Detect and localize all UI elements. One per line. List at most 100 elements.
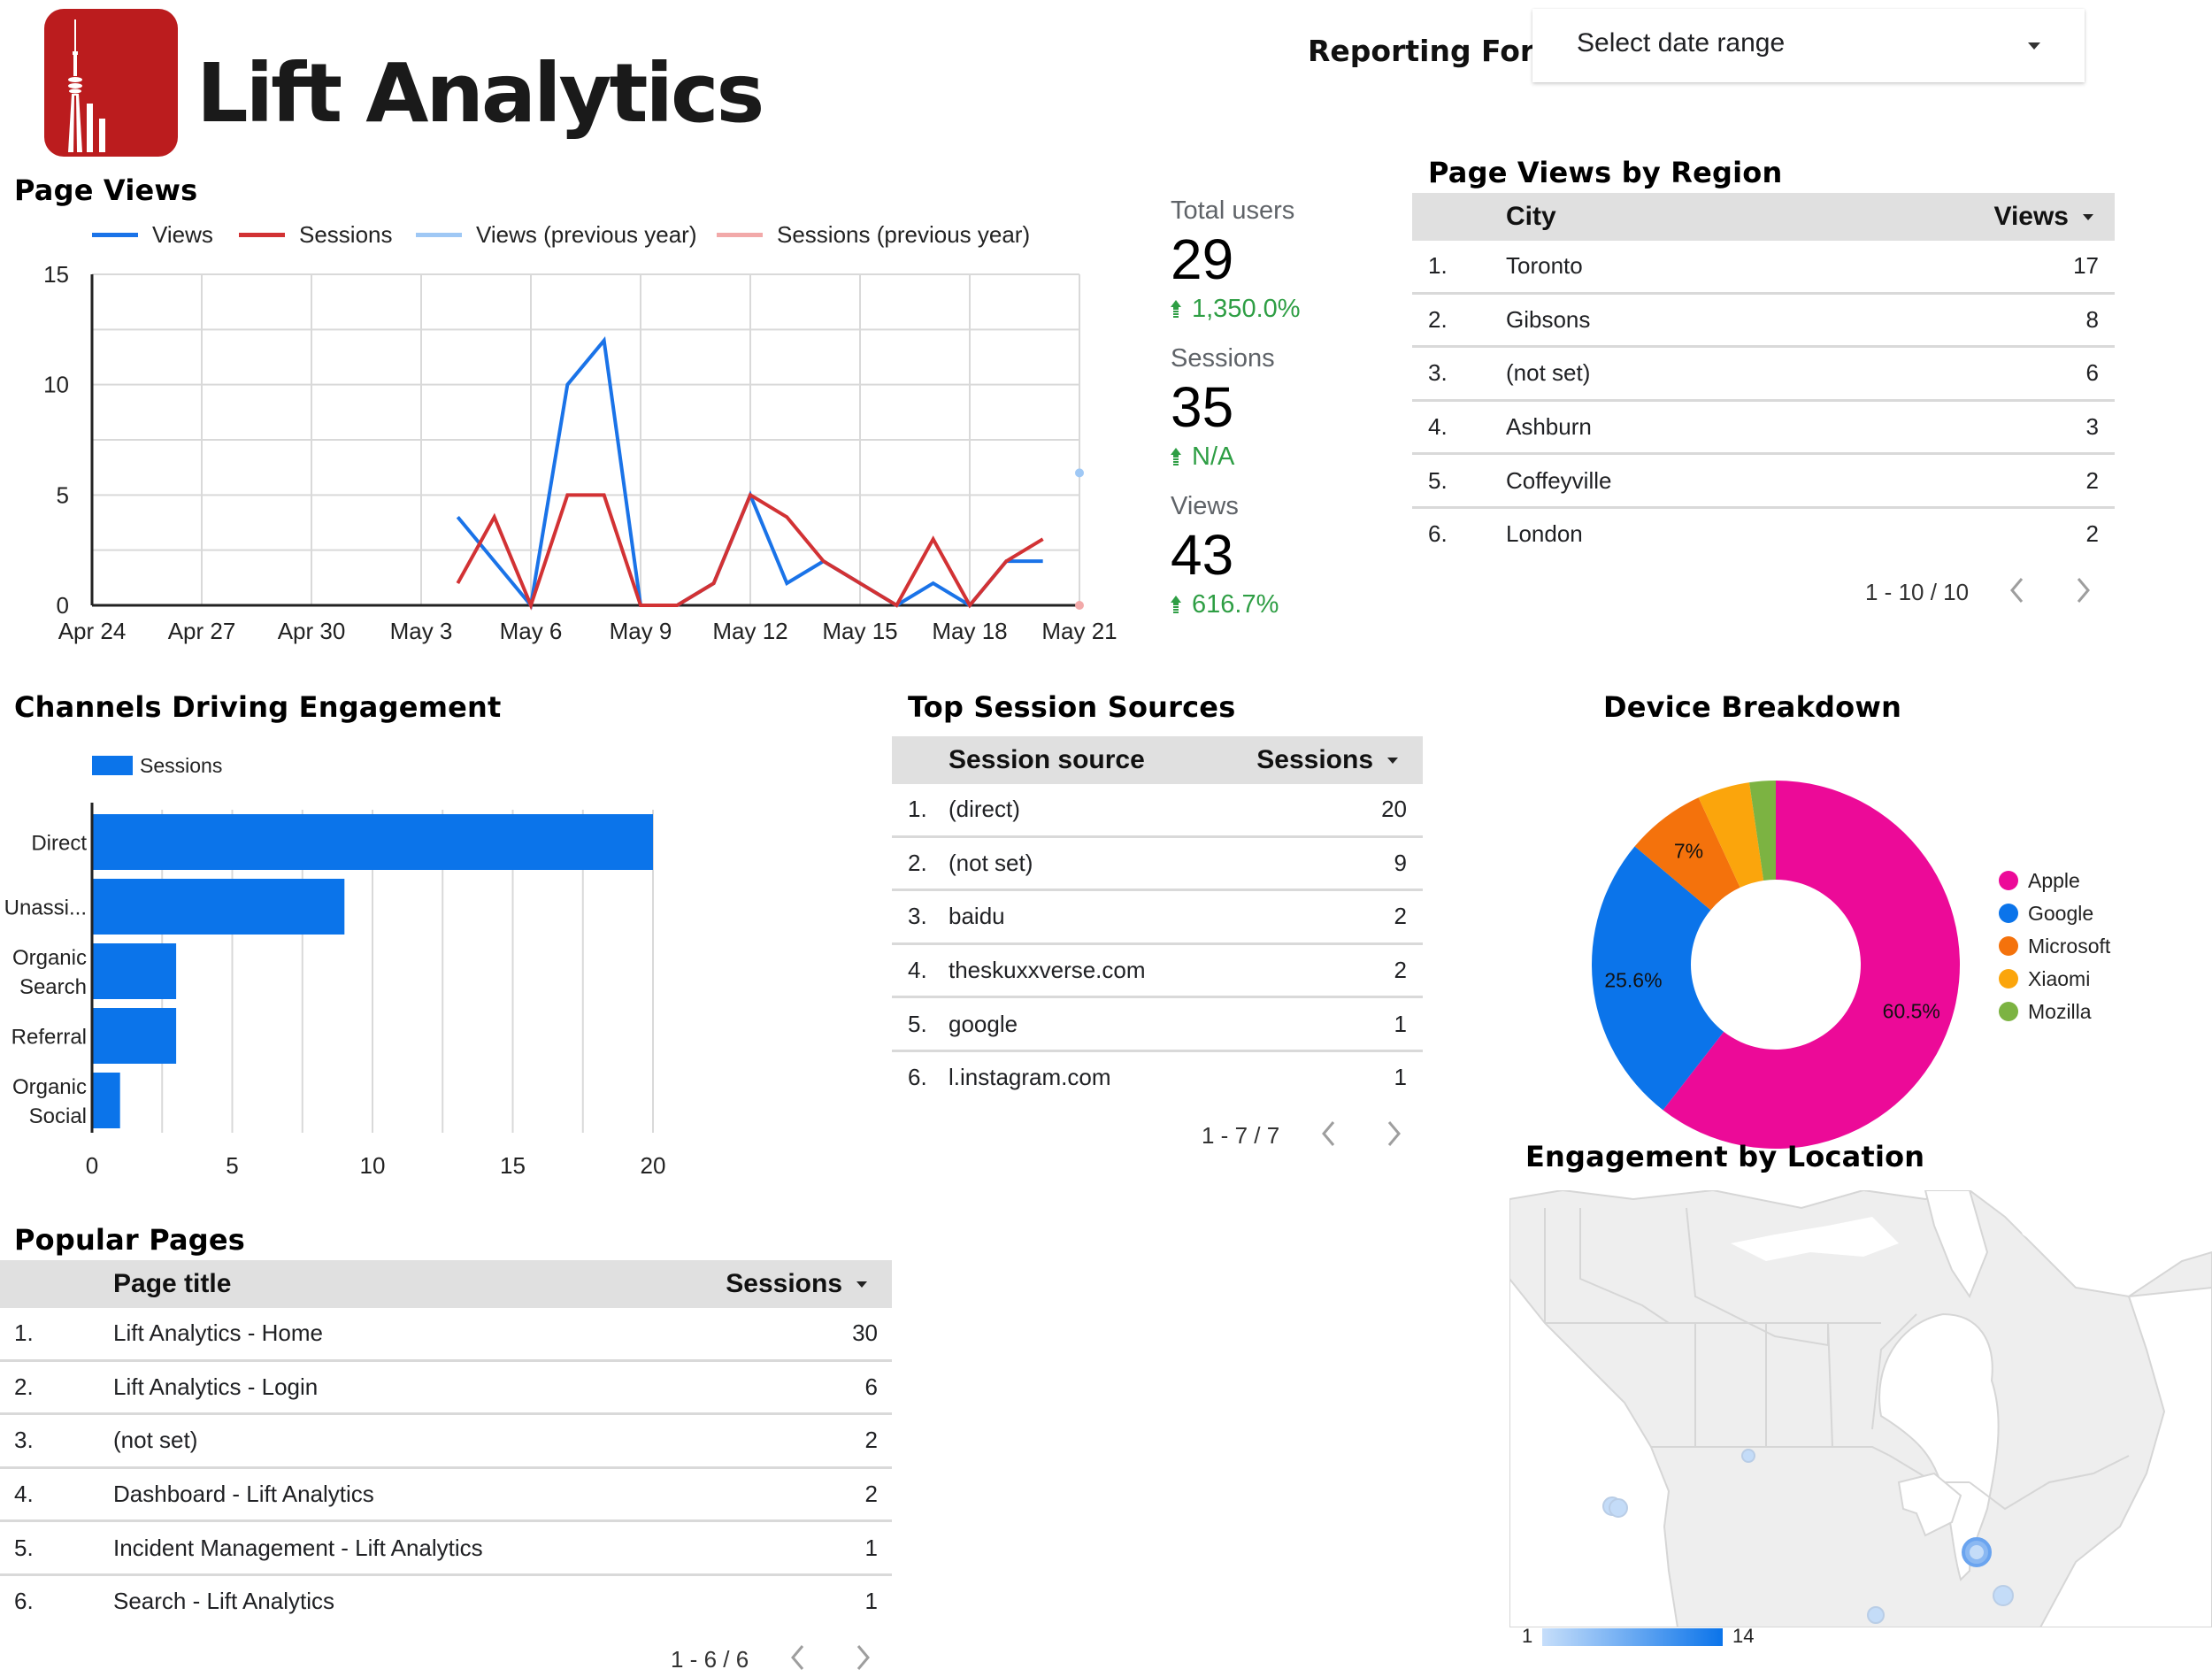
column-header-value[interactable]: Sessions <box>726 1260 867 1308</box>
table-row[interactable]: 5. Coffeyville 2 <box>1412 455 2115 509</box>
row-rank: 3. <box>14 1427 34 1454</box>
row-value: 1 <box>1394 1010 1407 1037</box>
row-label: Lift Analytics - Login <box>113 1373 319 1400</box>
column-header-name[interactable]: City <box>1506 193 1556 241</box>
scorecard: Sessions 35 N/A <box>1171 344 1275 472</box>
legend-item[interactable]: Views (previous year) <box>416 221 697 249</box>
column-header-value[interactable]: Views <box>1993 193 2093 241</box>
column-header-label: Views <box>1993 202 2069 231</box>
x-tick-label: 20 <box>641 1152 666 1179</box>
table-row[interactable]: 5. Incident Management - Lift Analytics … <box>0 1522 892 1576</box>
legend-item[interactable]: Views <box>92 221 213 249</box>
bar-organic-social[interactable] <box>92 1073 120 1128</box>
legend-dot <box>1999 1002 2018 1021</box>
chevron-left-icon <box>791 1644 804 1670</box>
row-rank: 1. <box>908 796 927 823</box>
previous-page-button[interactable] <box>787 1642 809 1673</box>
scorecard-label: Views <box>1171 492 1239 520</box>
table-row[interactable]: 1. (direct) 20 <box>892 784 1423 838</box>
slice-label: 60.5% <box>1883 999 1940 1022</box>
bar-referral[interactable] <box>92 1008 177 1064</box>
map-scale-max: 14 <box>1732 1625 1755 1647</box>
bar-unassi[interactable] <box>92 879 345 935</box>
row-label: Incident Management - Lift Analytics <box>113 1534 483 1561</box>
column-header-name[interactable]: Session source <box>949 736 1145 784</box>
table-header: Page title Sessions <box>0 1260 892 1308</box>
row-label: (direct) <box>949 796 1020 823</box>
bar-direct[interactable] <box>92 814 653 870</box>
table-row[interactable]: 4. Ashburn 3 <box>1412 402 2115 456</box>
row-value: 2 <box>2085 466 2099 494</box>
table-row[interactable]: 1. Toronto 17 <box>1412 241 2115 295</box>
legend-swatch <box>416 233 462 237</box>
map-bubble-vancouver[interactable] <box>1609 1498 1628 1518</box>
table-row[interactable]: 2. (not set) 9 <box>892 838 1423 892</box>
table-row[interactable]: 2. Lift Analytics - Login 6 <box>0 1362 892 1416</box>
page-views-chart: Apr 24 Apr 27 Apr 30 May 3 May 6 May 9 May 12 M… <box>43 261 1118 644</box>
table-row[interactable]: 3. baidu 2 <box>892 891 1423 945</box>
x-tick-label: May 15 <box>822 618 897 644</box>
scorecard-delta: 1,350.0% <box>1171 295 1301 324</box>
row-rank: 4. <box>14 1481 34 1508</box>
legend-label: Microsoft <box>2028 935 2111 958</box>
scorecard: Total users 29 1,350.0% <box>1171 196 1301 324</box>
map-bubble-alberta[interactable] <box>1741 1449 1755 1463</box>
row-label: Gibsons <box>1506 305 1591 333</box>
table-row[interactable]: 6. Search - Lift Analytics 1 <box>0 1576 892 1627</box>
location-map[interactable] <box>1509 1190 2212 1627</box>
bar-organic-search[interactable] <box>92 943 177 999</box>
trend-up-icon <box>1171 447 1181 465</box>
map-bubble-ashburn[interactable] <box>1993 1585 2014 1606</box>
row-value: 20 <box>1381 796 1407 823</box>
legend-label: Sessions <box>140 754 222 777</box>
chevron-right-icon <box>2077 577 2090 603</box>
table-row[interactable]: 2. Gibsons 8 <box>1412 295 2115 349</box>
category-label: Organic <box>12 1075 87 1099</box>
legend-item[interactable]: Sessions <box>239 221 393 249</box>
previous-page-button[interactable] <box>2007 575 2028 605</box>
table-row[interactable]: 6. l.instagram.com 1 <box>892 1052 1423 1104</box>
table-row[interactable]: 1. Lift Analytics - Home 30 <box>0 1308 892 1362</box>
row-label: Toronto <box>1506 252 1583 280</box>
row-value: 1 <box>864 1534 878 1561</box>
next-page-button[interactable] <box>852 1642 873 1673</box>
legend-dot <box>1999 936 2018 956</box>
chevron-right-icon <box>856 1644 870 1670</box>
table-row[interactable]: 3. (not set) 6 <box>1412 348 2115 402</box>
x-tick-label: 0 <box>86 1152 98 1179</box>
map-scale-min: 1 <box>1522 1625 1533 1647</box>
chevron-left-icon <box>2010 577 2024 603</box>
legend-swatch <box>92 233 138 237</box>
x-tick-label: May 12 <box>712 618 787 644</box>
map-bubble-coffeyville[interactable] <box>1867 1606 1885 1624</box>
table-row[interactable]: 4. theskuxxverse.com 2 <box>892 945 1423 999</box>
legend-label: Views (previous year) <box>476 221 697 248</box>
legend-label: Sessions (previous year) <box>777 221 1031 248</box>
channels-title: Channels Driving Engagement <box>14 690 502 724</box>
column-header-name[interactable]: Page title <box>113 1260 231 1308</box>
channels-bar-chart: Sessions 0 5 10 15 20 Direct Unassi... Organic Se… <box>4 754 666 1179</box>
table-row[interactable]: 4. Dashboard - Lift Analytics 2 <box>0 1469 892 1523</box>
row-rank: 1. <box>1428 252 1448 280</box>
table-row[interactable]: 5. google 1 <box>892 998 1423 1052</box>
table-row[interactable]: 6. London 2 <box>1412 509 2115 560</box>
next-page-button[interactable] <box>2072 575 2093 605</box>
row-rank: 2. <box>14 1373 34 1400</box>
row-rank: 1. <box>14 1319 34 1347</box>
scorecard-value: 35 <box>1171 375 1234 439</box>
popular-pages-title: Popular Pages <box>14 1223 246 1257</box>
column-header-value[interactable]: Sessions <box>1256 736 1398 784</box>
x-tick-label: May 18 <box>932 618 1007 644</box>
legend-item[interactable]: Sessions (previous year) <box>717 221 1030 249</box>
row-rank: 2. <box>908 849 927 876</box>
table-header: Session source Sessions <box>892 736 1423 784</box>
date-range-dropdown[interactable]: Select date range <box>1532 9 2085 82</box>
y-tick-label: 5 <box>57 481 69 508</box>
row-rank: 5. <box>14 1534 34 1561</box>
previous-page-button[interactable] <box>1318 1119 1340 1149</box>
row-value: 6 <box>864 1373 878 1400</box>
table-row[interactable]: 3. (not set) 2 <box>0 1415 892 1469</box>
scorecard-delta-value: 1,350.0% <box>1192 295 1301 323</box>
next-page-button[interactable] <box>1383 1119 1404 1149</box>
scorecard-label: Total users <box>1171 196 1295 225</box>
